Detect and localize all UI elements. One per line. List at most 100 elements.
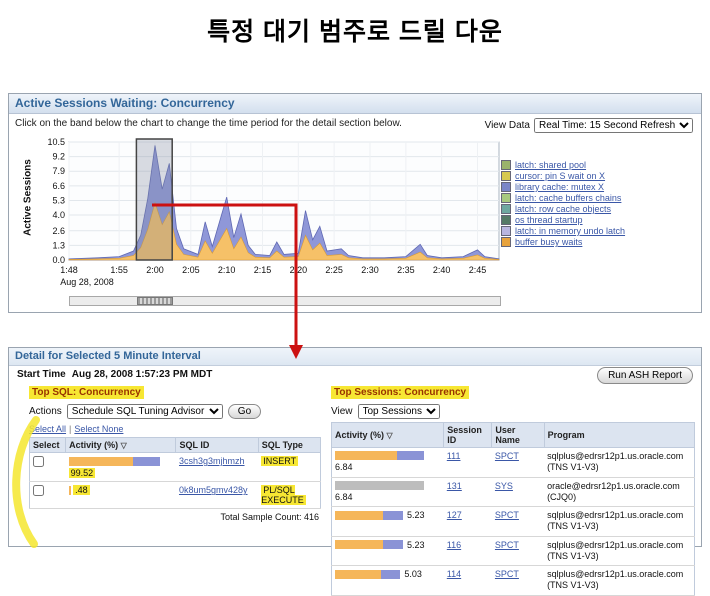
actions-select[interactable]: Schedule SQL Tuning Advisor [66,404,223,419]
activity-column-header[interactable]: Activity (%) ▽ [65,437,177,453]
activity-column-header[interactable]: Activity (%) ▽ [330,422,445,448]
program-column-header: Program [543,422,696,448]
svg-text:1.3: 1.3 [52,240,65,250]
svg-text:2.6: 2.6 [52,226,65,236]
table-row: 5.23 127 SPCT sqlplus@edrsr12p1.us.oracl… [331,506,695,537]
table-row: 5.03 114 SPCT sqlplus@edrsr12p1.us.oracl… [331,565,695,596]
legend-swatch-icon [501,204,511,214]
user-name-link[interactable]: SPCT [495,540,519,550]
detail-header: Detail for Selected 5 Minute Interval [9,348,701,366]
legend-item[interactable]: latch: cache buffers chains [501,193,697,203]
svg-text:2:10: 2:10 [218,265,236,275]
user-name-link[interactable]: SPCT [495,451,519,461]
view-data-label: View Data [484,120,530,131]
view-label: View [331,406,353,417]
instruction-text: Click on the band below the chart to cha… [15,118,402,129]
activity-bar [335,540,403,549]
user-name-link[interactable]: SPCT [495,569,519,579]
svg-text:Aug 28, 2008: Aug 28, 2008 [60,277,114,287]
activity-value: 99.52 [68,468,96,479]
active-sessions-chart[interactable]: 0.0 1.3 2.6 4.0 5.3 6.6 7.9 9.2 10.5 1:48 1:55 2:00… [43,138,503,288]
legend-item[interactable]: os thread startup [501,215,697,225]
panel-header: Active Sessions Waiting: Concurrency [9,94,701,114]
session-id-link[interactable]: 131 [447,481,462,491]
activity-bar [335,569,401,579]
view-data-row: View Data Real Time: 15 Second Refresh [485,118,693,133]
actions-label: Actions [29,406,62,417]
svg-text:4.0: 4.0 [52,210,65,220]
top-sql-table: Select Activity (%) ▽ SQL ID SQL Type 99… [28,437,322,510]
legend-item[interactable]: buffer busy waits [501,237,697,247]
top-sessions-table: Activity (%) ▽ Session ID User Name Prog… [330,422,696,596]
user-name-link[interactable]: SYS [495,481,513,491]
view-select[interactable]: Top Sessions [357,404,440,419]
session-id-link[interactable]: 111 [447,451,461,461]
top-sessions-title: Top Sessions: Concurrency [331,386,470,399]
activity-value: 6.84 [335,491,353,502]
svg-text:6.6: 6.6 [52,181,65,191]
legend-swatch-icon [501,182,511,192]
legend-swatch-icon [501,160,511,170]
time-slider[interactable] [69,296,501,306]
table-row: 6.84 131 SYS oracle@edrsr12p1.us.oracle.… [331,477,695,507]
legend-item[interactable]: latch: shared pool [501,160,697,170]
table-row: .48 0k8um5gmv428y PL/SQL EXECUTE [29,481,321,510]
svg-text:2:20: 2:20 [290,265,308,275]
active-sessions-panel: Active Sessions Waiting: Concurrency Cli… [8,93,702,313]
activity-bar [335,451,424,460]
link-separator: | [69,424,72,434]
top-sql-title: Top SQL: Concurrency [29,386,144,399]
legend-item[interactable]: latch: row cache objects [501,204,697,214]
session-id-link[interactable]: 114 [447,569,461,579]
go-button[interactable]: Go [227,404,262,419]
row-checkbox[interactable] [33,485,44,497]
view-data-select[interactable]: Real Time: 15 Second Refresh [534,118,693,133]
legend-item[interactable]: cursor: pin S wait on X [501,171,697,181]
legend-item[interactable]: library cache: mutex X [501,182,697,192]
svg-text:2:30: 2:30 [361,265,379,275]
header-row: Select Activity (%) ▽ SQL ID SQL Type [28,437,322,453]
y-axis-label: Active Sessions [22,159,34,236]
top-sessions-section: Top Sessions: Concurrency View Top Sessi… [330,382,696,596]
sql-id-column-header: SQL ID [175,437,259,453]
session-id-link[interactable]: 127 [447,510,462,520]
sql-type-value: INSERT [261,456,299,466]
user-name-column-header: User Name [491,422,545,448]
sql-type-value: PL/SQL EXECUTE [261,485,306,506]
activity-value: 5.23 [406,539,425,550]
activity-value: 6.84 [335,462,353,472]
detail-panel: Detail for Selected 5 Minute Interval St… [8,347,702,596]
session-id-column-header: Session ID [443,422,493,448]
sql-id-link[interactable]: 3csh3g3mjhmzh [179,456,245,466]
sql-id-link[interactable]: 0k8um5gmv428y [179,485,248,495]
program-value: sqlplus@edrsr12p1.us.oracle.com (TNS V1-… [544,506,695,537]
activity-value: 5.03 [404,569,422,579]
program-value: sqlplus@edrsr12p1.us.oracle.com (TNS V1-… [544,447,695,478]
sort-descending-icon: ▽ [120,441,127,450]
top-sql-section: Top SQL: Concurrency Actions Schedule SQ… [28,382,322,522]
table-row: 5.23 116 SPCT sqlplus@edrsr12p1.us.oracl… [331,536,695,566]
svg-text:1:55: 1:55 [110,265,128,275]
row-checkbox[interactable] [33,456,44,467]
page-title: 특정 대기 범주로 드릴 다운 [207,18,503,46]
program-value: sqlplus@edrsr12p1.us.oracle.com (TNS V1-… [544,565,695,596]
svg-text:1:48: 1:48 [60,265,78,275]
start-time-label: Start Time [17,369,66,380]
activity-bar [68,486,71,496]
select-all-link[interactable]: Select All [29,424,66,434]
session-id-link[interactable]: 116 [447,540,461,550]
time-slider-selection[interactable] [137,297,173,305]
legend-swatch-icon [501,171,511,181]
program-value: oracle@edrsr12p1.us.oracle.com (CJQ0) [544,477,695,507]
select-none-link[interactable]: Select None [74,424,123,434]
svg-text:2:40: 2:40 [433,265,451,275]
svg-text:7.9: 7.9 [52,166,65,176]
start-time-value: Aug 28, 2008 1:57:23 PM MDT [71,369,213,380]
user-name-link[interactable]: SPCT [495,510,519,520]
table-row: 6.84 111 SPCT sqlplus@edrsr12p1.us.oracl… [331,447,695,478]
actions-row: Actions Schedule SQL Tuning Advisor Go [29,404,321,419]
legend-swatch-icon [501,237,511,247]
chart-legend: latch: shared pool cursor: pin S wait on… [501,160,697,248]
sql-type-column-header: SQL Type [257,437,322,453]
legend-item[interactable]: latch: in memory undo latch [501,226,697,236]
